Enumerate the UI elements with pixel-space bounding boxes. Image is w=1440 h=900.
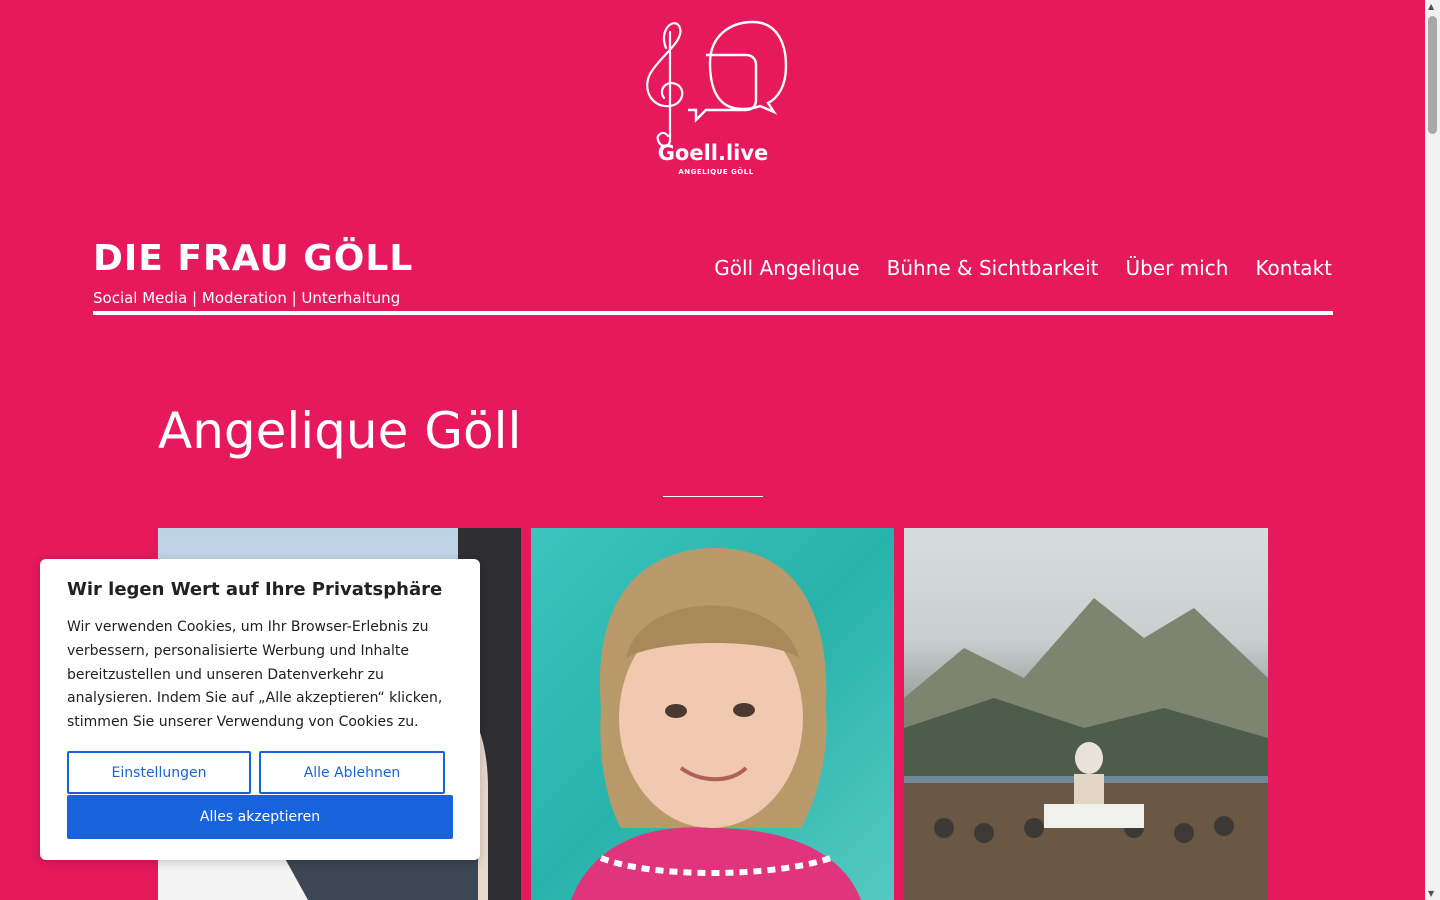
site-title[interactable]: DIE FRAU GÖLL	[93, 238, 413, 279]
cookie-banner-title: Wir legen Wert auf Ihre Privatsphäre	[67, 579, 443, 600]
page-scrollbar[interactable]: ▲ ▼	[1425, 0, 1440, 900]
nav-item-ueber-mich[interactable]: Über mich	[1126, 256, 1229, 280]
child-portrait-graphic	[571, 548, 861, 900]
cookie-reject-all-button[interactable]: Alle Ablehnen	[259, 751, 445, 794]
scrollbar-thumb[interactable]	[1428, 16, 1437, 134]
mountain-wedding-graphic	[904, 598, 1268, 900]
gallery-photo-child-portrait[interactable]	[531, 528, 894, 900]
site-logo[interactable]: Goell.live ANGELIQUE GÖLL	[618, 8, 808, 188]
cookie-banner-text: Wir verwenden Cookies, um Ihr Browser-Er…	[67, 619, 443, 731]
scroll-down-arrow-icon[interactable]: ▼	[1428, 889, 1434, 898]
nav-item-buehne-sichtbarkeit[interactable]: Bühne & Sichtbarkeit	[887, 256, 1099, 280]
header-divider	[93, 311, 1333, 315]
gallery-photo-mountain-wedding[interactable]	[904, 528, 1268, 900]
logo-graphic: Goell.live ANGELIQUE GÖLL	[646, 20, 788, 176]
page-title: Angelique Göll	[158, 402, 522, 460]
cookie-accept-all-button[interactable]: Alles akzeptieren	[67, 795, 453, 839]
title-divider	[663, 496, 763, 497]
logo-sub-text: ANGELIQUE GÖLL	[678, 167, 753, 176]
nav-item-kontakt[interactable]: Kontakt	[1255, 256, 1332, 280]
logo-brand-text: Goell.live	[658, 141, 769, 165]
main-navigation: Göll Angelique Bühne & Sichtbarkeit Über…	[714, 256, 1332, 280]
cookie-settings-button[interactable]: Einstellungen	[67, 751, 251, 794]
cookie-consent-banner: Wir legen Wert auf Ihre Privatsphäre Wir…	[40, 559, 480, 860]
scroll-up-arrow-icon[interactable]: ▲	[1428, 2, 1434, 11]
site-tagline: Social Media | Moderation | Unterhaltung	[93, 289, 401, 307]
nav-item-goell-angelique[interactable]: Göll Angelique	[714, 256, 859, 280]
